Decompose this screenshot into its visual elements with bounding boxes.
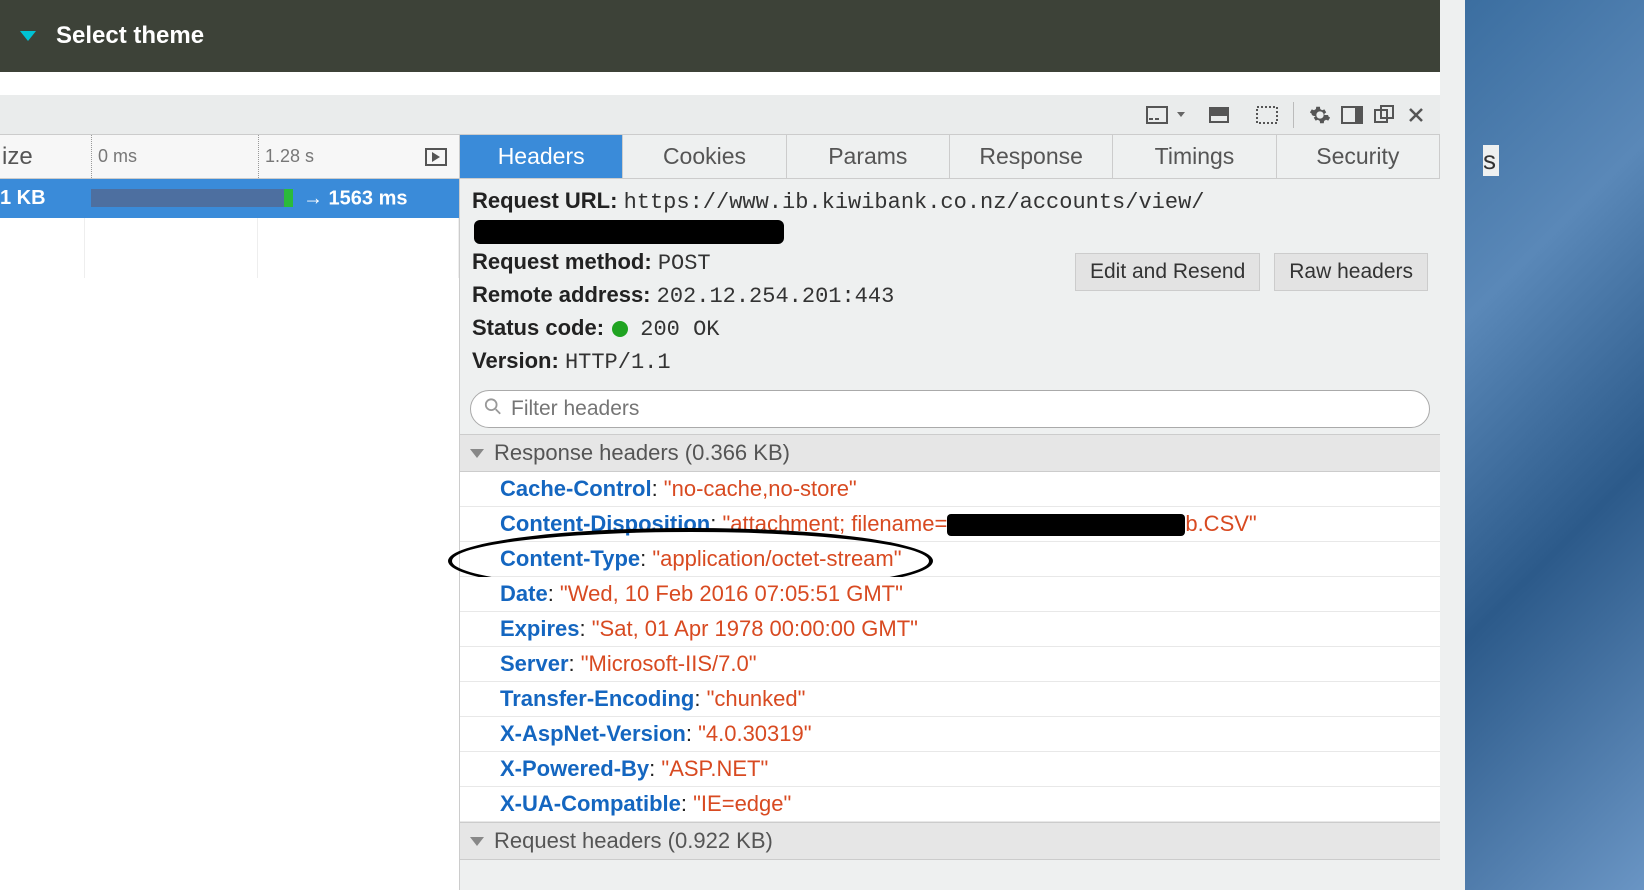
tab-response[interactable]: Response [950,135,1113,178]
header-value: "no-cache,no-store" [664,476,857,501]
request-size: 1 KB [0,187,85,210]
play-icon[interactable] [425,148,447,166]
tab-params[interactable]: Params [787,135,950,178]
header-value: "Sat, 01 Apr 1978 00:00:00 GMT" [592,616,918,641]
header-value: "attachment; filename= [722,511,947,536]
header-value: "Wed, 10 Feb 2016 07:05:51 GMT" [560,581,903,606]
header-name: X-Powered-By [500,756,649,781]
timeline-axis: 0 ms 1.28 s [85,135,459,178]
request-duration: → 1563 ms [303,187,408,210]
gear-icon[interactable] [1306,101,1334,129]
details-panel: Headers Cookies Params Response Timings … [460,135,1440,890]
header-name: X-UA-Compatible [500,791,681,816]
tab-headers[interactable]: Headers [460,135,623,178]
header-value: b.CSV" [1185,511,1256,536]
close-icon[interactable] [1402,101,1430,129]
header-name: X-AspNet-Version [500,721,686,746]
header-row[interactable]: Content-Disposition: "attachment; filena… [460,507,1440,542]
header-value: "application/octet-stream" [652,546,901,571]
page-title: Select theme [56,22,204,50]
panel-toggle-icon[interactable] [1143,101,1171,129]
filter-wrap [460,390,1440,434]
request-summary: Request URL: https://www.ib.kiwibank.co.… [460,179,1440,390]
header-name: Content-Disposition [500,511,710,536]
timeline-tick: 1.28 s [258,135,314,178]
header-row[interactable]: X-AspNet-Version: "4.0.30319" [460,717,1440,752]
response-headers-section[interactable]: Response headers (0.366 KB) [460,434,1440,472]
network-waterfall-column: ize 0 ms 1.28 s 1 KB → 1563 ms [0,135,460,890]
responsive-icon[interactable] [1253,101,1281,129]
version-label: Version: [472,348,559,373]
split-view-icon[interactable] [1205,101,1233,129]
url-value: https://www.ib.kiwibank.co.nz/accounts/v… [624,190,1205,215]
response-headers-list: Cache-Control: "no-cache,no-store"Conten… [460,472,1440,822]
header-value: "4.0.30319" [698,721,812,746]
header-value: "ASP.NET" [661,756,768,781]
request-headers-section[interactable]: Request headers (0.922 KB) [460,822,1440,860]
timeline-header: ize 0 ms 1.28 s [0,135,459,179]
dropdown-icon[interactable] [20,31,36,41]
header-row[interactable]: X-UA-Compatible: "IE=edge" [460,787,1440,822]
raw-headers-button[interactable]: Raw headers [1274,253,1428,291]
redaction [474,220,784,244]
details-tabs: Headers Cookies Params Response Timings … [460,135,1440,179]
header-row[interactable]: Expires: "Sat, 01 Apr 1978 00:00:00 GMT" [460,612,1440,647]
size-column-header[interactable]: ize [0,143,85,171]
timing-bar-receive [284,189,293,207]
devtools-toolbar [0,95,1440,135]
dock-side-icon[interactable] [1338,101,1366,129]
remote-label: Remote address: [472,282,651,307]
header-value: "Microsoft-IIS/7.0" [581,651,757,676]
remote-value: 202.12.254.201:443 [657,284,895,309]
dropdown-caret-icon[interactable] [1177,112,1185,117]
header-row[interactable]: Server: "Microsoft-IIS/7.0" [460,647,1440,682]
page-header: Select theme [0,0,1440,72]
request-row[interactable]: 1 KB → 1563 ms [0,179,459,218]
header-row[interactable]: Transfer-Encoding: "chunked" [460,682,1440,717]
timeline-tick: 0 ms [91,135,137,178]
edit-resend-button[interactable]: Edit and Resend [1075,253,1260,291]
search-icon [484,398,502,421]
section-label: Request headers (0.922 KB) [494,828,773,854]
header-row[interactable]: Cache-Control: "no-cache,no-store" [460,472,1440,507]
header-name: Transfer-Encoding [500,686,694,711]
url-label: Request URL: [472,188,617,213]
header-row[interactable]: Content-Type: "application/octet-stream" [460,542,1440,577]
gap [0,72,1440,95]
header-name: Cache-Control [500,476,652,501]
status-label: Status code: [472,315,604,340]
version-value: HTTP/1.1 [565,350,671,375]
header-row[interactable]: Date: "Wed, 10 Feb 2016 07:05:51 GMT" [460,577,1440,612]
header-row[interactable]: X-Powered-By: "ASP.NET" [460,752,1440,787]
filter-headers-input[interactable] [470,390,1430,428]
header-value: "IE=edge" [693,791,791,816]
header-name: Date [500,581,548,606]
redaction [947,514,1185,536]
chevron-down-icon [470,837,484,846]
timing-bar-wait [91,189,284,207]
popout-icon[interactable] [1370,101,1398,129]
timing-bar-area: → 1563 ms [85,179,459,218]
method-label: Request method: [472,249,652,274]
divider [1293,102,1294,128]
header-name: Content-Type [500,546,640,571]
header-value: "chunked" [707,686,806,711]
section-label: Response headers (0.366 KB) [494,440,790,466]
cropped-char: s [1483,145,1499,176]
tab-security[interactable]: Security [1277,135,1440,178]
desktop-strip: s [1465,0,1644,890]
chevron-down-icon [470,449,484,458]
tab-cookies[interactable]: Cookies [623,135,786,178]
header-name: Expires [500,616,580,641]
status-dot-icon [612,321,628,337]
method-value: POST [658,251,711,276]
main: ize 0 ms 1.28 s 1 KB → 1563 ms Headers C… [0,135,1440,890]
header-name: Server [500,651,569,676]
empty-grid [0,218,459,278]
status-value: 200 OK [640,317,719,342]
tab-timings[interactable]: Timings [1113,135,1276,178]
